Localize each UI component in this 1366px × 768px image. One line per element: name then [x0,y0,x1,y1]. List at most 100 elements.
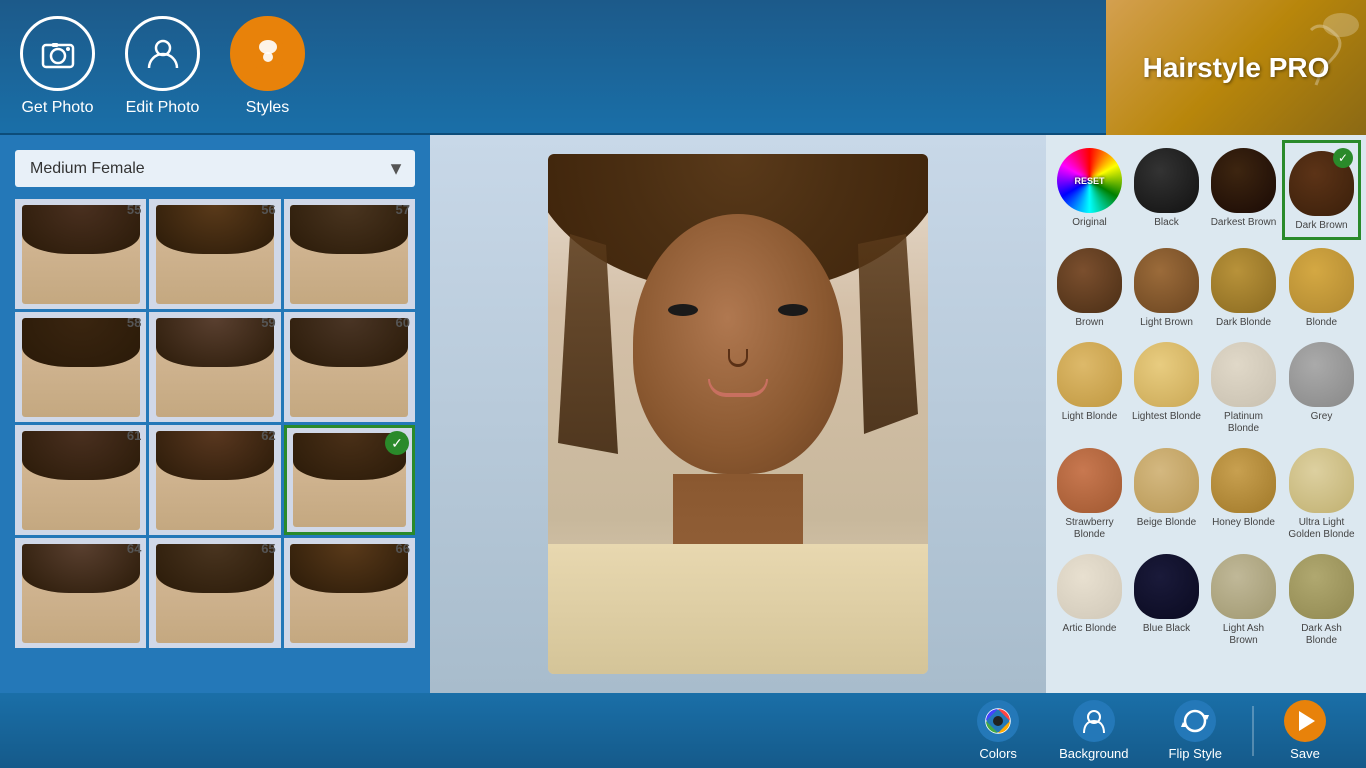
color-swatch-reset[interactable]: RESETOriginal [1051,140,1128,240]
color-swatch-light-blonde[interactable]: Light Blonde [1051,334,1128,440]
style-category-dropdown[interactable]: Medium Female Short Female Long Female S… [15,150,415,187]
swatch-color-blonde [1289,248,1354,313]
style-item-57[interactable]: 57 [284,199,415,309]
style-number-65: 65 [261,541,275,556]
save-icon [1284,700,1326,742]
edit-photo-label: Edit Photo [126,99,200,117]
style-number-56: 56 [261,202,275,217]
camera-icon [20,16,95,91]
style-item-65[interactable]: 65 [149,538,280,648]
color-swatch-strawberry-blonde[interactable]: Strawberry Blonde [1051,440,1128,546]
swatch-label-ultra-light-golden: Ultra Light Golden Blonde [1286,517,1357,541]
color-swatch-ultra-light-golden[interactable]: Ultra Light Golden Blonde [1282,440,1361,546]
color-swatch-honey-blonde[interactable]: Honey Blonde [1205,440,1282,546]
thumb-hair-58 [22,318,140,368]
style-thumbnail-55 [22,205,140,304]
style-number-62: 62 [261,428,275,443]
style-thumbnail-61 [22,431,140,530]
swatch-label-platinum-blonde: Platinum Blonde [1209,411,1278,435]
style-item-55[interactable]: 55 [15,199,146,309]
color-swatch-brown[interactable]: Brown [1051,240,1128,334]
color-swatch-grey[interactable]: Grey [1282,334,1361,440]
style-category-dropdown-wrapper: Medium Female Short Female Long Female S… [15,150,415,187]
color-swatch-dark-ash-blonde[interactable]: Dark Ash Blonde [1282,546,1361,652]
nav-get-photo[interactable]: Get Photo [20,16,95,117]
color-swatch-artic-blonde[interactable]: Artic Blonde [1051,546,1128,652]
swatch-label-darkest-brown: Darkest Brown [1211,217,1277,229]
save-button[interactable]: Save [1264,695,1346,766]
style-item-60[interactable]: 60 [284,312,415,422]
swatch-checkmark-dark-brown: ✓ [1333,148,1353,168]
nav-styles[interactable]: Styles [230,16,305,117]
nav-edit-photo[interactable]: Edit Photo [125,16,200,117]
style-thumbnail-58 [22,318,140,417]
style-item-58[interactable]: 58 [15,312,146,422]
color-swatch-beige-blonde[interactable]: Beige Blonde [1128,440,1205,546]
style-number-59: 59 [261,315,275,330]
color-swatch-light-brown[interactable]: Light Brown [1128,240,1205,334]
center-panel [430,135,1046,693]
colors-button[interactable]: Colors [957,695,1039,766]
swatch-color-light-brown [1134,248,1199,313]
color-swatch-lightest-blonde[interactable]: Lightest Blonde [1128,334,1205,440]
save-label: Save [1290,746,1320,761]
swatch-label-strawberry-blonde: Strawberry Blonde [1055,517,1124,541]
mouth [708,379,768,397]
color-grid: RESETOriginal Black Darkest Brown Dark Brow… [1051,140,1361,652]
swatch-color-reset: RESET [1057,148,1122,213]
thumb-hair-55 [22,205,140,255]
thumb-hair-57 [290,205,408,255]
style-thumbnail-60 [290,318,408,417]
color-swatch-blue-black[interactable]: Blue Black [1128,546,1205,652]
person-icon [125,16,200,91]
swatch-label-light-brown: Light Brown [1140,317,1193,329]
swatch-color-blue-black [1134,554,1199,619]
main-content: Medium Female Short Female Long Female S… [0,135,1366,693]
swatch-label-grey: Grey [1311,411,1333,423]
nose [728,349,748,367]
color-swatch-light-ash-brown[interactable]: Light Ash Brown [1205,546,1282,652]
swatch-color-ultra-light-golden [1289,448,1354,513]
colors-icon [977,700,1019,742]
swatch-label-black: Black [1154,217,1178,229]
colors-label: Colors [979,746,1017,761]
style-item-63[interactable]: 63✓ [284,425,415,535]
top-nav-bar: Get Photo Edit Photo Styles [0,0,1366,135]
style-item-64[interactable]: 64 [15,538,146,648]
background-button[interactable]: Background [1039,695,1148,766]
color-swatch-dark-brown[interactable]: Dark Brown✓ [1282,140,1361,240]
swatch-color-lightest-blonde [1134,342,1199,407]
right-panel: RESETOriginal Black Darkest Brown Dark Brow… [1046,135,1366,693]
thumb-hair-56 [156,205,274,255]
style-thumbnail-64 [22,544,140,643]
style-item-59[interactable]: 59 [149,312,280,422]
color-swatch-black[interactable]: Black [1128,140,1205,240]
nav-items: Get Photo Edit Photo Styles [20,16,305,117]
style-item-61[interactable]: 61 [15,425,146,535]
thumb-hair-61 [22,431,140,481]
main-photo-area [430,135,1046,693]
flip-style-icon [1174,700,1216,742]
style-item-62[interactable]: 62 [149,425,280,535]
swatch-label-light-ash-brown: Light Ash Brown [1209,623,1278,647]
shirt [548,544,928,674]
hairstyle-icon [230,16,305,91]
swatch-color-beige-blonde [1134,448,1199,513]
swatch-label-blue-black: Blue Black [1143,623,1190,635]
thumb-hair-60 [290,318,408,368]
style-item-56[interactable]: 56 [149,199,280,309]
bottom-divider [1252,706,1254,756]
swatch-label-light-blonde: Light Blonde [1062,411,1118,423]
swatch-color-brown [1057,248,1122,313]
hair-right [858,234,918,434]
style-item-66[interactable]: 66 [284,538,415,648]
color-swatch-darkest-brown[interactable]: Darkest Brown [1205,140,1282,240]
color-swatch-blonde[interactable]: Blonde [1282,240,1361,334]
flip-style-button[interactable]: Flip Style [1149,695,1242,766]
left-eye [668,304,698,316]
swatch-label-blonde: Blonde [1306,317,1337,329]
color-swatch-platinum-blonde[interactable]: Platinum Blonde [1205,334,1282,440]
swatch-color-light-blonde [1057,342,1122,407]
color-swatch-dark-blonde[interactable]: Dark Blonde [1205,240,1282,334]
swatch-label-honey-blonde: Honey Blonde [1212,517,1275,529]
